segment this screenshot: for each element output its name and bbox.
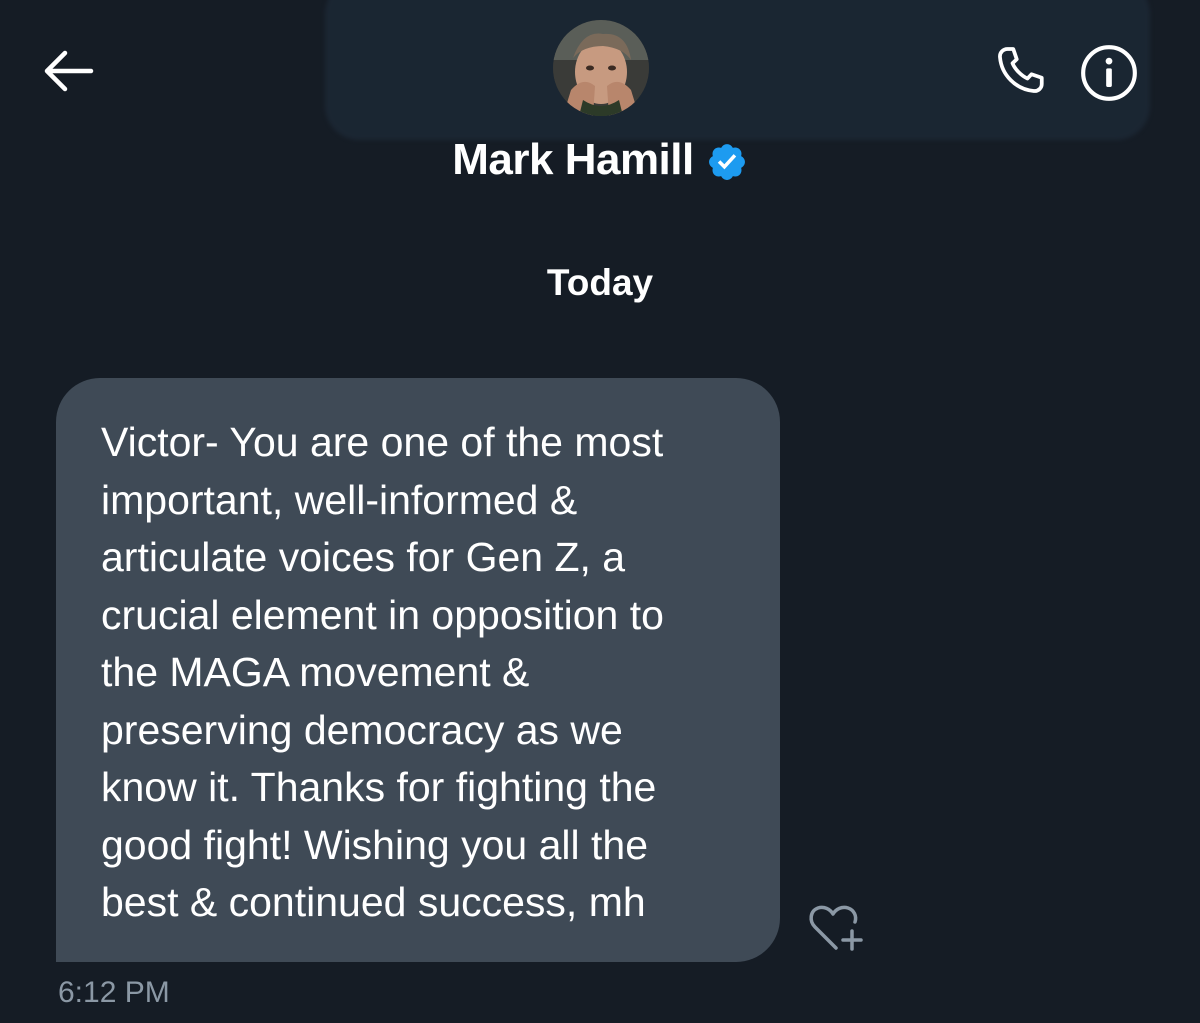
message-bubble[interactable]: Victor- You are one of the most importan…	[56, 378, 780, 962]
conversation-header: Mark Hamill	[0, 132, 1200, 188]
date-separator: Today	[546, 262, 654, 303]
message-text: Victor- You are one of the most importan…	[101, 419, 664, 925]
add-reaction-button[interactable]	[804, 902, 868, 954]
avatar-photo	[553, 20, 649, 116]
arrow-left-icon	[44, 50, 94, 92]
verified-badge-icon	[708, 144, 745, 180]
dm-conversation-screen: Mark Hamill Today Victor- You are one of…	[0, 0, 1200, 1023]
info-button[interactable]	[1076, 40, 1142, 106]
info-icon	[1081, 45, 1137, 101]
contact-name[interactable]: Mark Hamill	[452, 135, 694, 185]
message-timestamp: 6:12 PM	[58, 976, 170, 1009]
avatar[interactable]	[553, 20, 649, 116]
heart-plus-icon	[809, 905, 863, 951]
call-button[interactable]	[988, 38, 1054, 104]
phone-icon	[998, 47, 1044, 93]
back-button[interactable]	[36, 44, 98, 98]
